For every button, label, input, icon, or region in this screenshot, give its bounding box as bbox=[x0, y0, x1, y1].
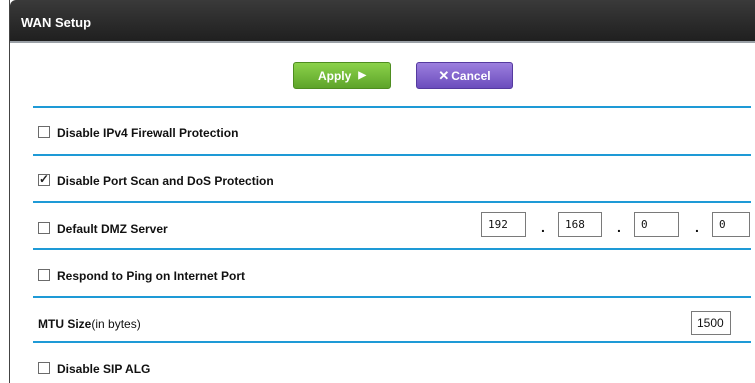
ip-separator: . bbox=[695, 219, 699, 235]
port-scan-label: Disable Port Scan and DoS Protection bbox=[57, 174, 274, 188]
sip-alg-label: Disable SIP ALG bbox=[57, 362, 151, 376]
ip-separator: . bbox=[617, 219, 621, 235]
mtu-size-input[interactable]: 1500 bbox=[691, 311, 731, 335]
ipv4-firewall-checkbox[interactable] bbox=[38, 126, 50, 138]
dmz-checkbox[interactable] bbox=[38, 222, 50, 234]
ipv4-firewall-label: Disable IPv4 Firewall Protection bbox=[57, 126, 239, 140]
apply-button[interactable]: Apply ▶ bbox=[293, 62, 391, 89]
dmz-ip-octet-2[interactable]: 168 bbox=[558, 212, 602, 237]
divider bbox=[33, 341, 751, 343]
dmz-ip-octet-3[interactable]: 0 bbox=[634, 212, 679, 237]
sip-alg-checkbox[interactable] bbox=[38, 362, 50, 374]
ping-label: Respond to Ping on Internet Port bbox=[57, 269, 245, 283]
divider bbox=[33, 154, 751, 156]
dmz-label: Default DMZ Server bbox=[57, 222, 168, 236]
mtu-label: MTU Size(in bytes) bbox=[38, 317, 141, 331]
cancel-button[interactable]: ✕ Cancel bbox=[416, 62, 513, 89]
mtu-unit: (in bytes) bbox=[91, 317, 141, 331]
divider bbox=[33, 296, 751, 298]
page-title: WAN Setup bbox=[10, 0, 755, 43]
ip-separator: . bbox=[541, 219, 545, 235]
cancel-label: Cancel bbox=[451, 68, 491, 83]
port-scan-checkbox[interactable] bbox=[38, 172, 50, 186]
divider bbox=[33, 248, 751, 250]
dmz-ip-octet-4[interactable]: 0 bbox=[712, 212, 750, 237]
mtu-label-text: MTU Size bbox=[38, 317, 92, 331]
apply-label: Apply bbox=[317, 68, 352, 83]
ping-checkbox[interactable] bbox=[38, 269, 50, 281]
dmz-ip-octet-1[interactable]: 192 bbox=[481, 212, 526, 237]
divider bbox=[33, 106, 751, 108]
wan-setup-panel: WAN Setup Apply ▶ ✕ Cancel Disable IPv4 … bbox=[9, 0, 755, 383]
divider bbox=[33, 201, 751, 203]
play-icon: ▶ bbox=[358, 70, 367, 81]
close-icon: ✕ bbox=[438, 67, 450, 83]
